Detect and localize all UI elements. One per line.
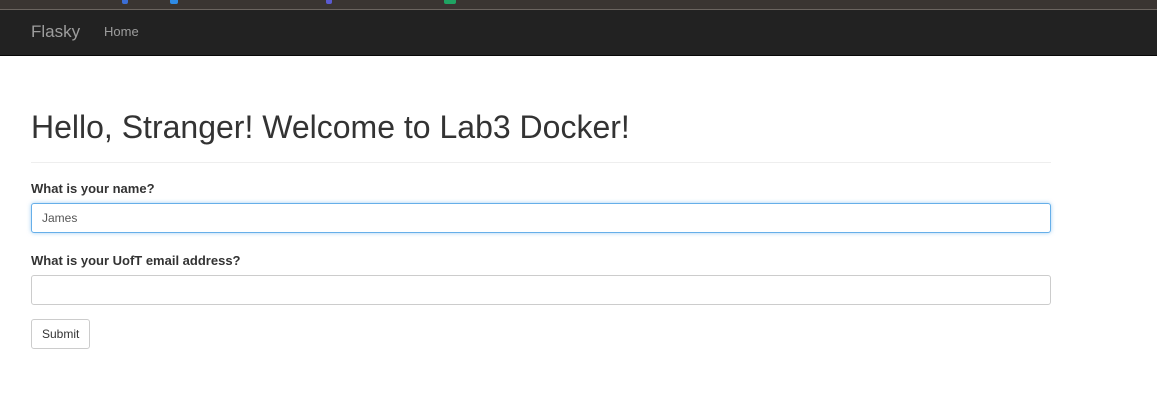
email-input[interactable] — [31, 275, 1051, 305]
submit-button[interactable]: Submit — [31, 319, 91, 349]
brand-link[interactable]: Flasky — [31, 22, 80, 42]
main-container: Hello, Stranger! Welcome to Lab3 Docker!… — [31, 56, 1051, 349]
email-label: What is your UofT email address? — [31, 253, 241, 268]
nav-link-home[interactable]: Home — [104, 23, 139, 41]
top-navbar: Flasky Home — [0, 10, 1157, 56]
name-input[interactable] — [31, 203, 1051, 233]
user-form: What is your name? What is your UofT ema… — [31, 181, 1051, 349]
browser-tab-favicon — [122, 0, 128, 4]
browser-tab-favicon — [170, 0, 178, 4]
browser-tab-favicon — [326, 0, 332, 4]
page-header: Hello, Stranger! Welcome to Lab3 Docker! — [31, 108, 1051, 163]
name-label: What is your name? — [31, 181, 155, 196]
browser-chrome-strip — [0, 0, 1157, 10]
browser-tab-favicon — [444, 0, 456, 4]
page-title: Hello, Stranger! Welcome to Lab3 Docker! — [31, 109, 630, 145]
